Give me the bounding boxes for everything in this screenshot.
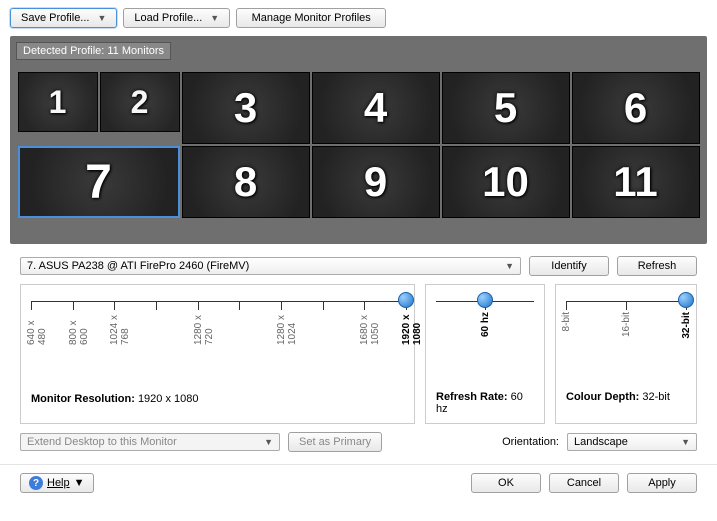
refresh-button[interactable]: Refresh bbox=[617, 256, 697, 276]
colour-depth-panel: 8-bit16-bit32-bit Colour Depth: 32-bit bbox=[555, 284, 697, 424]
help-label: Help bbox=[47, 477, 70, 489]
help-button[interactable]: ? Help ▼ bbox=[20, 473, 94, 493]
resolution-tick-label: 1680 x 1050 bbox=[359, 312, 381, 345]
extend-desktop-value: Extend Desktop to this Monitor bbox=[27, 436, 177, 448]
monitor-thumb-8[interactable]: 8 bbox=[182, 146, 310, 218]
resolution-tick-label: 1280 x 1024 bbox=[276, 312, 298, 345]
help-icon: ? bbox=[29, 476, 43, 490]
orientation-label: Orientation: bbox=[502, 436, 559, 448]
refresh-rate-summary-label: Refresh Rate: bbox=[436, 391, 508, 403]
resolution-tick-label: 640 x 480 bbox=[26, 312, 48, 345]
cancel-label: Cancel bbox=[567, 477, 601, 489]
slider-knob[interactable] bbox=[398, 292, 414, 308]
save-profile-button[interactable]: Save Profile... ▼ bbox=[10, 8, 117, 28]
top-toolbar: Save Profile... ▼ Load Profile... ▼ Mana… bbox=[0, 0, 717, 34]
identify-label: Identify bbox=[551, 260, 586, 272]
identify-button[interactable]: Identify bbox=[529, 256, 609, 276]
apply-label: Apply bbox=[648, 477, 676, 489]
slider-knob[interactable] bbox=[678, 292, 694, 308]
load-profile-label: Load Profile... bbox=[134, 12, 202, 24]
save-profile-label: Save Profile... bbox=[21, 12, 89, 24]
refresh-rate-tick-label: 60 hz bbox=[480, 312, 491, 337]
resolution-tick-label: 800 x 600 bbox=[68, 312, 90, 345]
refresh-label: Refresh bbox=[638, 260, 677, 272]
set-primary-button: Set as Primary bbox=[288, 432, 382, 452]
slider-knob[interactable] bbox=[477, 292, 493, 308]
monitor-select-value: 7. ASUS PA238 @ ATI FirePro 2460 (FireMV… bbox=[27, 260, 249, 272]
resolution-summary: Monitor Resolution: 1920 x 1080 bbox=[31, 393, 404, 405]
monitor-row: 1 2 3 4 5 6 bbox=[18, 72, 700, 144]
colour-depth-summary-label: Colour Depth: bbox=[566, 391, 639, 403]
resolution-summary-value: 1920 x 1080 bbox=[138, 393, 199, 405]
ok-label: OK bbox=[498, 477, 514, 489]
resolution-tick-label: 1920 x 1080 bbox=[401, 312, 423, 345]
chevron-down-icon: ▼ bbox=[505, 261, 514, 271]
chevron-down-icon: ▼ bbox=[74, 477, 85, 489]
colour-depth-slider[interactable]: 8-bit16-bit32-bit bbox=[566, 301, 686, 343]
monitor-thumb-1[interactable]: 1 bbox=[18, 72, 98, 132]
monitor-select-row: 7. ASUS PA238 @ ATI FirePro 2460 (FireMV… bbox=[0, 250, 717, 280]
monitor-thumb-2[interactable]: 2 bbox=[100, 72, 180, 132]
resolution-slider[interactable]: 640 x 480800 x 6001024 x 7681280 x 72012… bbox=[31, 301, 404, 345]
load-profile-button[interactable]: Load Profile... ▼ bbox=[123, 8, 230, 28]
refresh-rate-slider[interactable]: 60 hz bbox=[436, 301, 534, 343]
monitor-layout-area: Detected Profile: 11 Monitors 1 2 3 4 5 … bbox=[10, 36, 707, 244]
cancel-button[interactable]: Cancel bbox=[549, 473, 619, 493]
monitor-row: 7 8 9 10 11 bbox=[18, 146, 700, 218]
orientation-select[interactable]: Landscape ▼ bbox=[567, 433, 697, 451]
refresh-rate-panel: 60 hz Refresh Rate: 60 hz bbox=[425, 284, 545, 424]
monitor-grid: 1 2 3 4 5 6 7 8 9 10 11 bbox=[16, 64, 701, 238]
resolution-tick-label: 1024 x 768 bbox=[109, 312, 131, 345]
resolution-tick-label: 1280 x 720 bbox=[193, 312, 215, 345]
resolution-panel: 640 x 480 800 x 600 1024 x 768 1280 x 720 12… bbox=[20, 284, 415, 424]
dialog-footer: ? Help ▼ OK Cancel Apply bbox=[0, 464, 717, 503]
set-primary-label: Set as Primary bbox=[299, 436, 371, 448]
colour-depth-tick-label: 32-bit bbox=[681, 312, 692, 339]
monitor-thumb-6[interactable]: 6 bbox=[572, 72, 700, 144]
monitor-thumb-3[interactable]: 3 bbox=[182, 72, 310, 144]
lower-row: Extend Desktop to this Monitor ▼ Set as … bbox=[0, 430, 717, 458]
colour-depth-summary-value: 32-bit bbox=[642, 391, 670, 403]
manage-profiles-label: Manage Monitor Profiles bbox=[252, 12, 371, 24]
manage-profiles-button[interactable]: Manage Monitor Profiles bbox=[236, 8, 386, 28]
monitor-thumb-5[interactable]: 5 bbox=[442, 72, 570, 144]
colour-depth-tick-label: 16-bit bbox=[621, 312, 632, 337]
monitor-thumb-9[interactable]: 9 bbox=[312, 146, 440, 218]
refresh-rate-summary: Refresh Rate: 60 hz bbox=[436, 391, 534, 415]
colour-depth-summary: Colour Depth: 32-bit bbox=[566, 391, 686, 403]
monitor-thumb-11[interactable]: 11 bbox=[572, 146, 700, 218]
monitor-thumb-4[interactable]: 4 bbox=[312, 72, 440, 144]
monitor-thumb-7[interactable]: 7 bbox=[18, 146, 180, 218]
chevron-down-icon: ▼ bbox=[97, 13, 106, 23]
extend-desktop-select: Extend Desktop to this Monitor ▼ bbox=[20, 433, 280, 451]
monitor-select[interactable]: 7. ASUS PA238 @ ATI FirePro 2460 (FireMV… bbox=[20, 257, 521, 275]
colour-depth-tick-label: 8-bit bbox=[561, 312, 572, 331]
apply-button[interactable]: Apply bbox=[627, 473, 697, 493]
monitor-thumb-10[interactable]: 10 bbox=[442, 146, 570, 218]
resolution-summary-label: Monitor Resolution: bbox=[31, 393, 135, 405]
chevron-down-icon: ▼ bbox=[264, 437, 273, 447]
orientation-value: Landscape bbox=[574, 436, 628, 448]
chevron-down-icon: ▼ bbox=[681, 437, 690, 447]
ok-button[interactable]: OK bbox=[471, 473, 541, 493]
settings-panels: 640 x 480 800 x 600 1024 x 768 1280 x 720 12… bbox=[0, 280, 717, 430]
detected-profile-label: Detected Profile: 11 Monitors bbox=[16, 42, 171, 60]
chevron-down-icon: ▼ bbox=[210, 13, 219, 23]
